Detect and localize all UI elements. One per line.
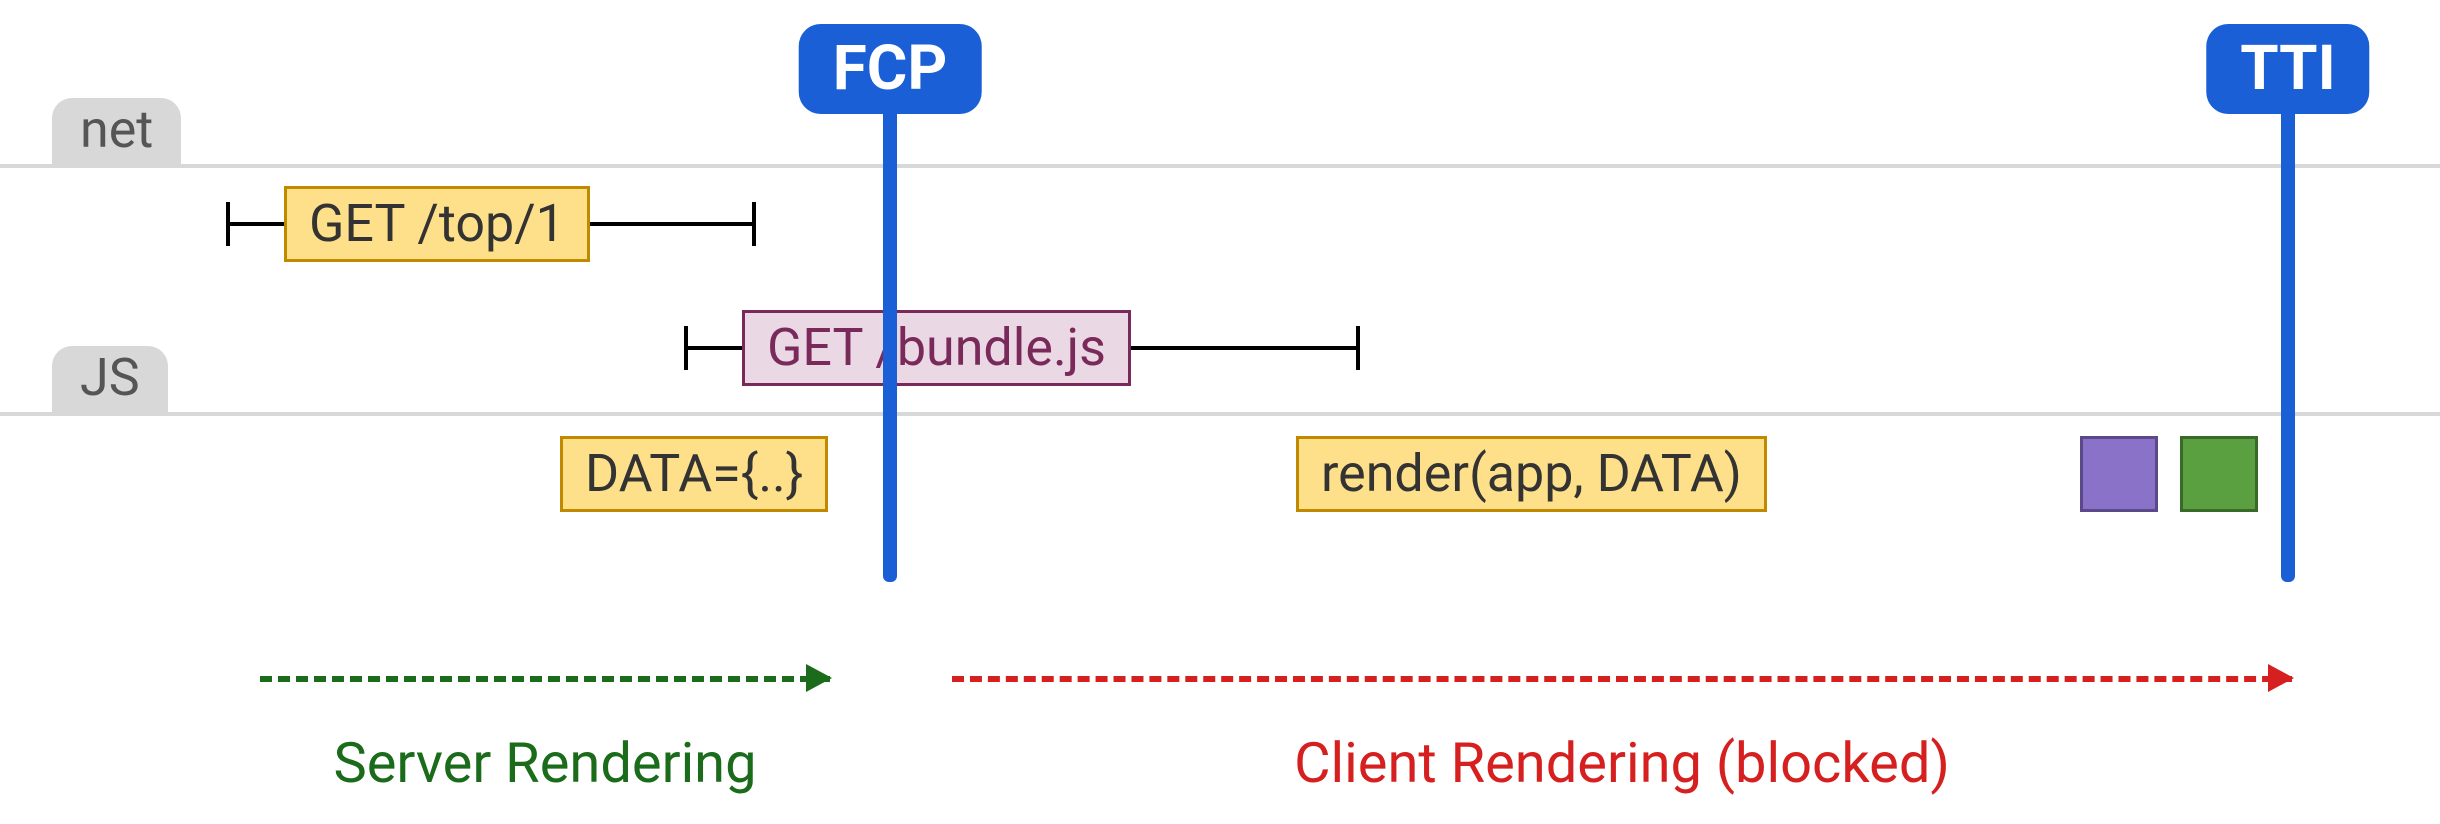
lane-label-net: net (52, 98, 181, 166)
arrow-server-rendering (260, 676, 830, 682)
marker-line-fcp (883, 108, 897, 582)
marker-pill-fcp: FCP (799, 24, 982, 114)
marker-line-tti (2281, 108, 2295, 582)
arrow-client-rendering (952, 676, 2292, 682)
net-req2-box: GET /bundle.js (742, 310, 1131, 386)
js-render-box: render(app, DATA) (1296, 436, 1767, 512)
net-req1-box: GET /top/1 (284, 186, 590, 262)
lane-label-js: JS (52, 346, 168, 414)
phase-label-server: Server Rendering (333, 730, 756, 796)
timeline-diagram: net JS GET /top/1 GET /bundle.js DATA={.… (0, 0, 2440, 824)
marker-pill-tti: TTI (2206, 24, 2369, 114)
js-data-box: DATA={..} (560, 436, 828, 512)
lane-divider (0, 164, 2440, 168)
js-task-purple (2080, 436, 2158, 512)
js-task-green (2180, 436, 2258, 512)
lane-divider (0, 412, 2440, 416)
phase-label-client: Client Rendering (blocked) (1294, 730, 1950, 796)
